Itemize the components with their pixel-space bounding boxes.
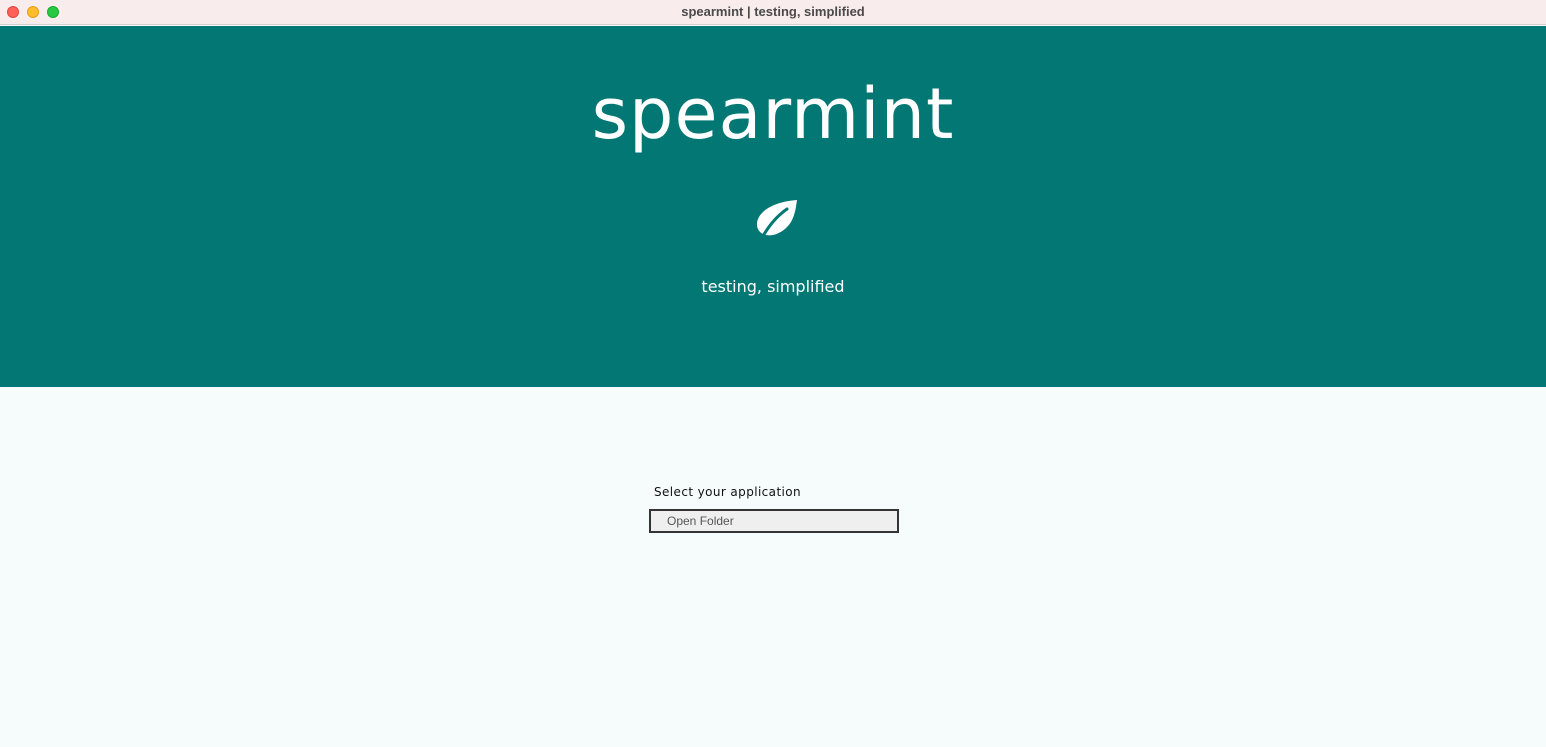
select-application-label: Select your application	[654, 485, 802, 499]
tagline: testing, simplified	[701, 277, 845, 296]
main-content: Select your application Open Folder	[0, 387, 1546, 747]
leaf-icon	[756, 200, 797, 240]
app-window: spearmint | testing, simplified spearmin…	[0, 0, 1546, 747]
window-title: spearmint | testing, simplified	[681, 4, 865, 19]
brand-name: spearmint	[591, 73, 955, 155]
title-bar: spearmint | testing, simplified	[0, 0, 1546, 25]
hero-banner: spearmint testing, simplified	[0, 26, 1546, 387]
open-folder-button[interactable]: Open Folder	[649, 509, 899, 533]
